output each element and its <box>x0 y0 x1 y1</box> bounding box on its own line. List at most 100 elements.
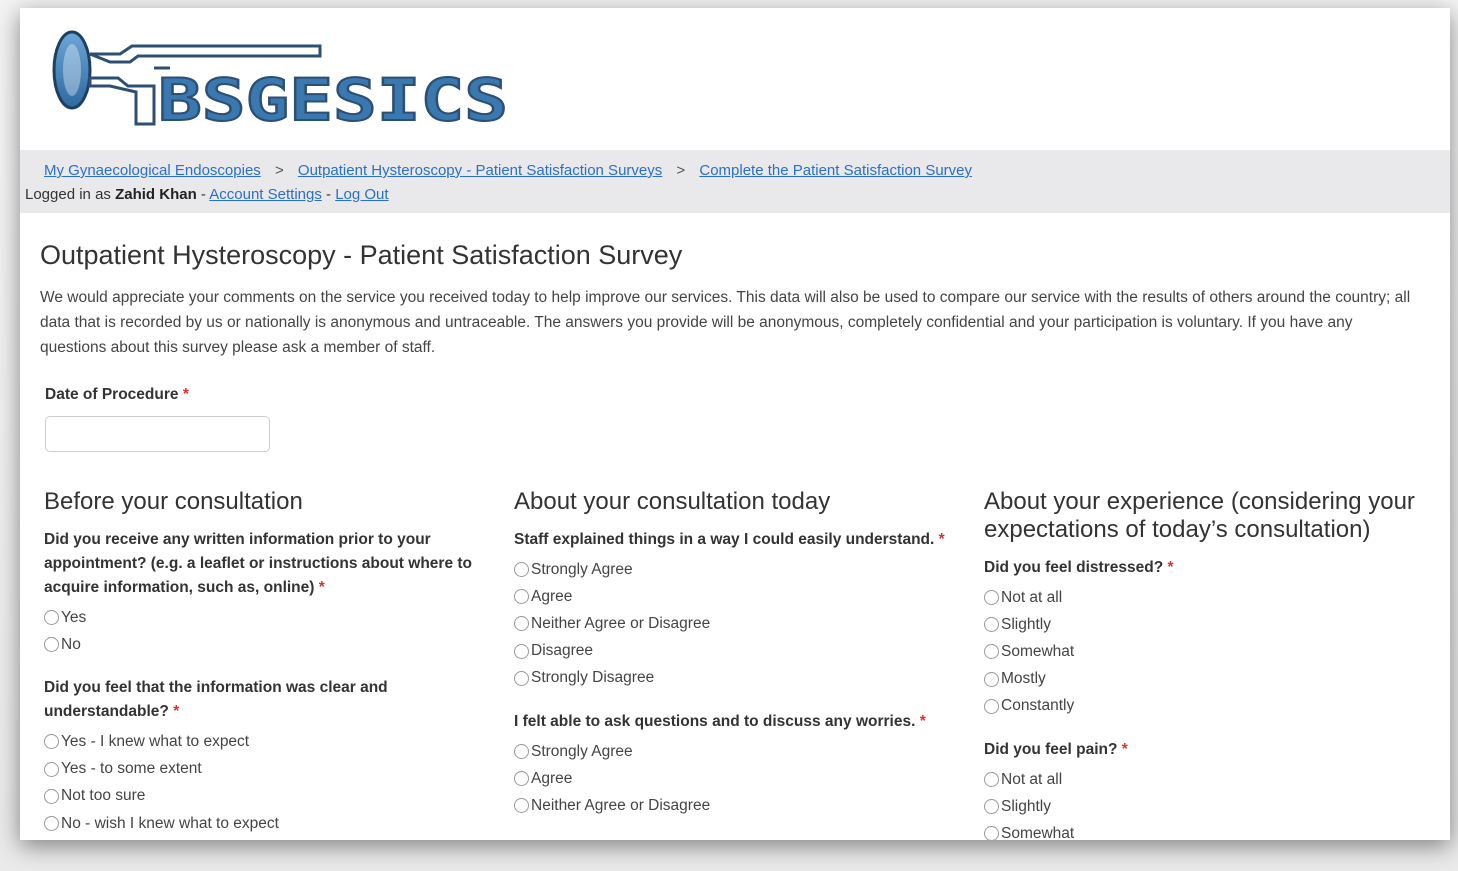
radio-button[interactable] <box>984 772 999 788</box>
question-text: Did you feel pain? * <box>984 738 1434 762</box>
login-prefix: Logged in as <box>25 186 111 203</box>
radio-option[interactable]: Not at all <box>984 584 1434 611</box>
radio-option[interactable]: Agree <box>514 765 964 792</box>
radio-group: Yes No <box>44 604 494 658</box>
username: Zahid Khan <box>115 186 197 203</box>
breadcrumb-separator: > <box>676 162 686 179</box>
breadcrumb: My Gynaecological Endoscopies > Outpatie… <box>44 162 972 179</box>
radio-option[interactable]: Strongly Agree <box>514 738 964 765</box>
radio-button[interactable] <box>984 671 999 687</box>
radio-button[interactable] <box>984 590 999 606</box>
radio-button[interactable] <box>44 816 59 832</box>
radio-option-label: Slightly <box>1001 797 1051 815</box>
date-of-procedure-label: Date of Procedure * <box>45 386 189 404</box>
question-label: Did you feel distressed? <box>984 559 1164 576</box>
radio-option[interactable]: Slightly <box>984 611 1434 638</box>
required-asterisk: * <box>318 579 325 596</box>
radio-option[interactable]: Neither Agree or Disagree <box>514 792 964 819</box>
page-title: Outpatient Hysteroscopy - Patient Satisf… <box>40 240 683 270</box>
radio-button[interactable] <box>514 616 529 632</box>
section-title: Before your consultation <box>44 488 303 515</box>
breadcrumb-complete-survey[interactable]: Complete the Patient Satisfaction Survey <box>699 162 972 179</box>
radio-button[interactable] <box>44 734 59 750</box>
radio-option-label: Yes - to some extent <box>61 760 202 778</box>
radio-option-label: Agree <box>531 769 573 787</box>
date-of-procedure-input[interactable] <box>45 416 270 452</box>
radio-option[interactable]: Not too sure <box>44 783 494 810</box>
radio-button[interactable] <box>514 643 529 659</box>
radio-option[interactable]: Neither Agree or Disagree <box>514 610 964 637</box>
radio-button[interactable] <box>514 744 529 760</box>
radio-group: Not at all Slightly Somewhat <box>984 766 1434 840</box>
radio-button[interactable] <box>514 562 529 578</box>
radio-option-label: Strongly Disagree <box>531 669 655 687</box>
radio-option[interactable]: Not at all <box>984 766 1434 793</box>
account-settings-link[interactable]: Account Settings <box>209 186 322 203</box>
radio-option[interactable]: No <box>44 631 494 658</box>
radio-button[interactable] <box>44 761 59 777</box>
question-text: I felt able to ask questions and to disc… <box>514 710 964 734</box>
radio-option[interactable]: Mostly <box>984 666 1434 693</box>
radio-button[interactable] <box>514 670 529 686</box>
required-asterisk: * <box>182 386 189 403</box>
radio-option[interactable]: Yes - I knew what to expect <box>44 728 494 755</box>
login-dash: - <box>326 186 332 203</box>
radio-button[interactable] <box>984 698 999 714</box>
section-before-consultation: Before your consultation Did you receive … <box>44 488 494 840</box>
radio-option[interactable]: Slightly <box>984 793 1434 820</box>
radio-option-label: Not at all <box>1001 770 1063 788</box>
radio-option-label: Neither Agree or Disagree <box>531 614 711 632</box>
section-consultation-today: About your consultation today Staff expla… <box>514 488 964 838</box>
login-dash: - <box>200 186 206 203</box>
question-text: Did you receive any written information … <box>44 528 494 600</box>
required-asterisk: * <box>173 703 180 721</box>
radio-option[interactable]: Constantly <box>984 693 1434 720</box>
question-label: Staff explained things in a way I could … <box>514 531 935 548</box>
radio-button[interactable] <box>984 799 999 815</box>
breadcrumb-satisfaction-surveys[interactable]: Outpatient Hysteroscopy - Patient Satisf… <box>298 162 662 179</box>
radio-group: Strongly Agree Agree Neither Agree or Disa… <box>514 556 964 692</box>
breadcrumb-separator: > <box>274 162 284 179</box>
radio-option[interactable]: Strongly Disagree <box>514 665 964 692</box>
radio-option[interactable]: Yes <box>44 604 494 631</box>
radio-option[interactable]: Somewhat <box>984 638 1434 665</box>
radio-option[interactable]: Agree <box>514 583 964 610</box>
radio-option[interactable]: No - wish I knew what to expect <box>44 810 494 837</box>
radio-option-label: Strongly Agree <box>531 560 633 578</box>
radio-group: Yes - I knew what to expect Yes - to some… <box>44 728 494 837</box>
radio-button[interactable] <box>984 617 999 633</box>
navigation-bar: My Gynaecological Endoscopies > Outpatie… <box>20 150 1450 213</box>
radio-option-label: No <box>61 635 81 653</box>
bsgesics-logo[interactable]: BSGESICS <box>50 20 510 130</box>
question-text: Did you feel that the information was cl… <box>44 676 494 724</box>
radio-button[interactable] <box>984 644 999 660</box>
radio-option-label: Mostly <box>1001 670 1046 688</box>
radio-option[interactable]: Yes - to some extent <box>44 756 494 783</box>
logout-link[interactable]: Log Out <box>335 186 388 203</box>
radio-button[interactable] <box>984 826 999 840</box>
breadcrumb-my-endoscopies[interactable]: My Gynaecological Endoscopies <box>44 162 261 179</box>
radio-option-label: Not too sure <box>61 787 146 805</box>
radio-option[interactable]: Strongly Agree <box>514 556 964 583</box>
radio-option[interactable]: Somewhat <box>984 820 1434 840</box>
radio-button[interactable] <box>44 610 59 626</box>
required-asterisk: * <box>1167 559 1174 576</box>
question-label: Did you feel that the information was cl… <box>44 679 388 721</box>
radio-option-label: Agree <box>531 587 573 605</box>
radio-button[interactable] <box>514 798 529 814</box>
logo-wordmark: BSGESICS <box>157 70 509 130</box>
question-text: Did you feel distressed? * <box>984 556 1434 580</box>
survey-intro: We would appreciate your comments on the… <box>40 289 1411 356</box>
radio-option-label: Yes <box>61 608 87 626</box>
radio-option-label: Disagree <box>531 642 594 660</box>
radio-button[interactable] <box>514 771 529 787</box>
radio-button[interactable] <box>514 589 529 605</box>
radio-option[interactable]: Disagree <box>514 638 964 665</box>
section-your-experience: About your experience (considering your … <box>984 488 1434 840</box>
required-asterisk: * <box>919 712 926 730</box>
radio-group: Not at all Slightly Somewhat Mostly Constant… <box>984 584 1434 720</box>
required-asterisk: * <box>938 531 945 548</box>
radio-button[interactable] <box>44 637 59 653</box>
radio-button[interactable] <box>44 788 59 804</box>
question-label: I felt able to ask questions and to disc… <box>514 712 916 730</box>
